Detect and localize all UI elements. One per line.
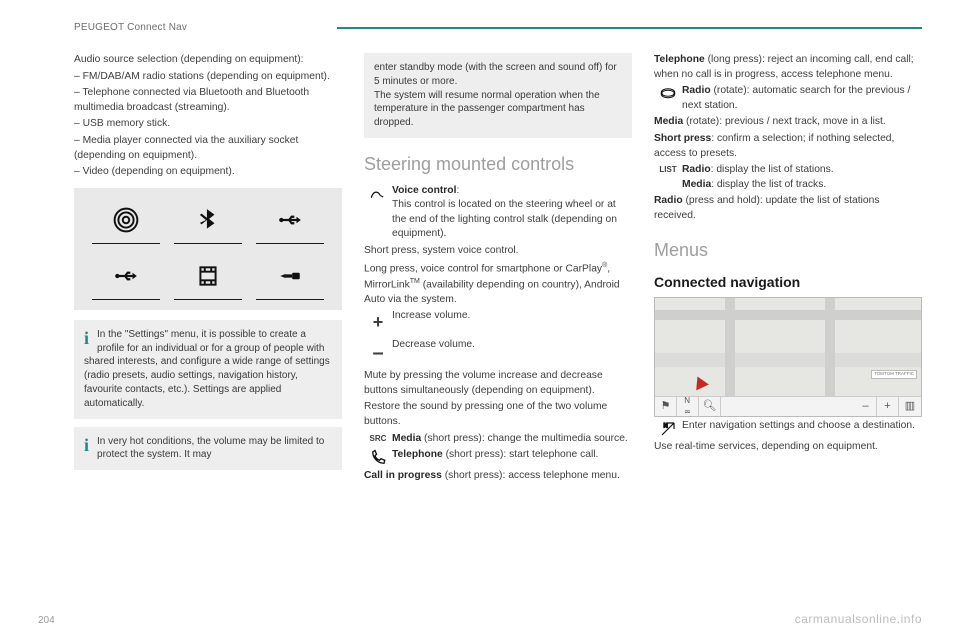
media-short: (short press): change the multimedia sou… bbox=[421, 433, 628, 444]
source-icon-panel bbox=[74, 188, 342, 310]
source-icon-grid bbox=[92, 198, 324, 300]
map-toolbar: ⚑ N⮹ 🔍︎ – + ▥ bbox=[655, 396, 921, 416]
intro-text: Audio source selection (depending on equ… bbox=[74, 53, 342, 68]
list-row: LIST Radio: display the list of stations… bbox=[654, 163, 922, 192]
jack-icon bbox=[256, 254, 324, 300]
list-label: LIST bbox=[654, 163, 682, 175]
nav-use-text: Use real-time services, depending on equ… bbox=[654, 440, 922, 455]
page: PEUGEOT Connect Nav Audio source selecti… bbox=[0, 0, 960, 640]
usb-icon bbox=[92, 254, 160, 300]
voice-label: Voice control bbox=[392, 185, 456, 196]
nav-enter-text: Enter navigation settings and choose a d… bbox=[682, 419, 922, 434]
traffic-badge: TOMTOM TRAFFIC bbox=[871, 370, 917, 379]
media-bold: Media bbox=[392, 433, 421, 444]
column-right: Telephone (long press): reject an incomi… bbox=[654, 53, 922, 486]
zoom-in-button[interactable]: + bbox=[877, 397, 899, 417]
voice-icon bbox=[364, 184, 392, 203]
list-item: USB memory stick. bbox=[74, 117, 342, 132]
src-label: SRC bbox=[364, 432, 392, 444]
page-number: 204 bbox=[38, 615, 55, 626]
increase-volume-row: + Increase volume. bbox=[364, 309, 632, 336]
phone-bold: Telephone bbox=[392, 449, 443, 460]
heat-note: i In very hot conditions, the volume may… bbox=[74, 427, 342, 471]
svg-text:N: N bbox=[664, 424, 668, 430]
note-text: In the "Settings" menu, it is possible t… bbox=[84, 329, 330, 409]
settings-note: i In the "Settings" menu, it is possible… bbox=[74, 320, 342, 419]
note-text: In very hot conditions, the volume may b… bbox=[97, 436, 324, 461]
flag-icon[interactable]: ⚑ bbox=[655, 397, 677, 417]
restore-text: Restore the sound by pressing one of the… bbox=[364, 400, 632, 429]
compass-icon[interactable]: N⮹ bbox=[677, 397, 699, 417]
list-item: Telephone connected via Bluetooth and Bl… bbox=[74, 86, 342, 115]
view-3d-icon[interactable]: ▥ bbox=[899, 397, 921, 417]
content-columns: Audio source selection (depending on equ… bbox=[74, 53, 922, 486]
list-item: Media player connected via the auxiliary… bbox=[74, 134, 342, 163]
phone-row: Telephone (short press): start telephone… bbox=[364, 448, 632, 467]
telephone-long: Telephone (long press): reject an incomi… bbox=[654, 53, 922, 82]
short-press-confirm: Short press: confirm a selection; if not… bbox=[654, 132, 922, 161]
voice-control-row: Voice control: This control is located o… bbox=[364, 184, 632, 242]
navigation-map: TOMTOM TRAFFIC ⚑ N⮹ 🔍︎ – + ▥ bbox=[654, 297, 922, 417]
search-icon[interactable]: 🔍︎ bbox=[699, 397, 721, 417]
voice-body: Voice control: This control is located o… bbox=[392, 184, 632, 242]
header-title: PEUGEOT Connect Nav bbox=[74, 22, 187, 33]
column-middle: enter standby mode (with the screen and … bbox=[364, 53, 632, 486]
media-rotate: Media (rotate): previous / next track, m… bbox=[654, 115, 922, 130]
src-row: SRC Media (short press): change the mult… bbox=[364, 432, 632, 447]
decrease-volume-row: – Decrease volume. bbox=[364, 338, 632, 367]
plus-icon: + bbox=[364, 309, 392, 336]
list-item: Video (depending on equipment). bbox=[74, 165, 342, 180]
radio-rotate-row: Radio (rotate): automatic search for the… bbox=[654, 84, 922, 113]
menus-heading: Menus bbox=[654, 238, 922, 264]
column-left: Audio source selection (depending on equ… bbox=[74, 53, 342, 486]
film-icon bbox=[174, 254, 242, 300]
voice-text: This control is located on the steering … bbox=[392, 199, 617, 239]
info-icon: i bbox=[84, 433, 89, 458]
nav-arrow-icon: N bbox=[654, 419, 682, 438]
phone-icon bbox=[364, 448, 392, 467]
header-rule bbox=[337, 27, 922, 29]
voice-long-press: Long press, voice control for smartphone… bbox=[364, 261, 632, 308]
increase-text: Increase volume. bbox=[392, 309, 632, 324]
position-marker-icon bbox=[691, 374, 709, 391]
mute-text: Mute by pressing the volume increase and… bbox=[364, 369, 632, 398]
connected-nav-heading: Connected navigation bbox=[654, 273, 922, 293]
header: PEUGEOT Connect Nav bbox=[74, 22, 922, 33]
usb-icon bbox=[256, 198, 324, 244]
radio-hold: Radio (press and hold): update the list … bbox=[654, 194, 922, 223]
zoom-out-button[interactable]: – bbox=[855, 397, 877, 417]
watermark: carmanualsonline.info bbox=[795, 612, 922, 626]
voice-short-press: Short press, system voice control. bbox=[364, 244, 632, 259]
bluetooth-icon bbox=[174, 198, 242, 244]
radio-icon bbox=[92, 198, 160, 244]
info-icon: i bbox=[84, 326, 89, 351]
nav-enter-row: N Enter navigation settings and choose a… bbox=[654, 419, 922, 438]
call-in-progress: Call in progress (short press): access t… bbox=[364, 469, 632, 484]
standby-note: enter standby mode (with the screen and … bbox=[364, 53, 632, 138]
section-heading: Steering mounted controls bbox=[364, 152, 632, 178]
minus-icon: – bbox=[364, 338, 392, 367]
wheel-icon bbox=[654, 84, 682, 103]
list-item: FM/DAB/AM radio stations (depending on e… bbox=[74, 70, 342, 85]
decrease-text: Decrease volume. bbox=[392, 338, 632, 353]
phone-short: (short press): start telephone call. bbox=[443, 449, 599, 460]
